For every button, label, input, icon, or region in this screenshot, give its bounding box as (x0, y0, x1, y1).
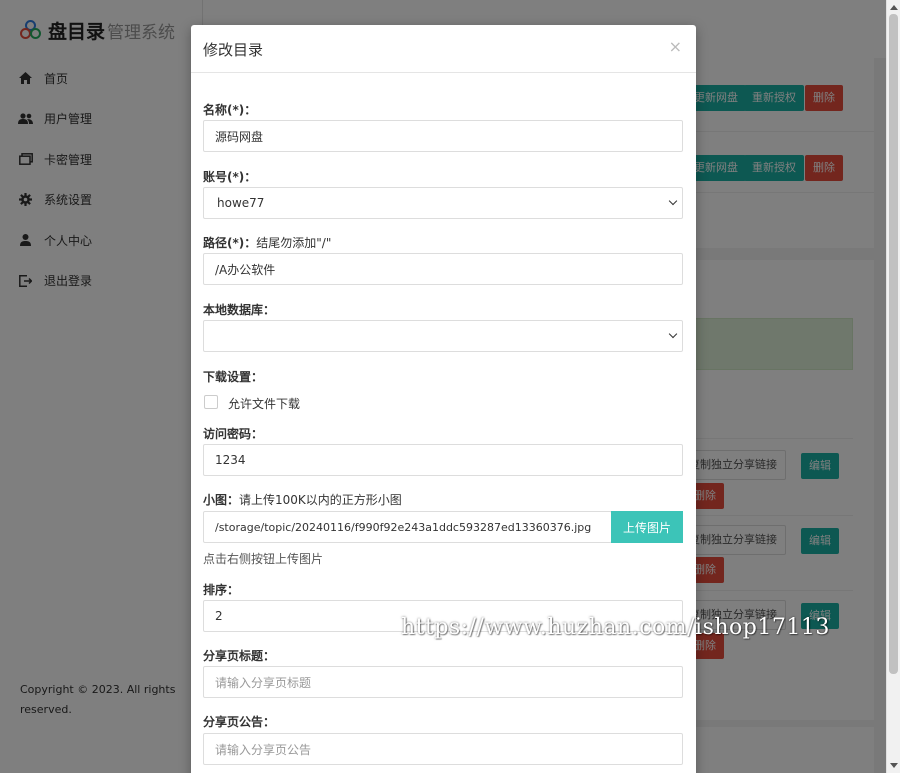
local-db-label: 本地数据库： (203, 303, 276, 317)
watermark-text: https://www.huzhan.com/ishop17113 (401, 615, 830, 640)
share-notice-input[interactable]: 请输入分享页公告 (203, 733, 683, 765)
upload-help-text: 点击右侧按钮上传图片 (203, 552, 324, 566)
scroll-up-icon[interactable] (890, 5, 898, 10)
upload-image-button[interactable]: 上传图片 (611, 511, 683, 543)
name-input[interactable]: 源码网盘 (203, 120, 683, 152)
account-select[interactable]: howe77 (203, 187, 683, 219)
path-input[interactable]: /A办公软件 (203, 253, 683, 285)
name-label: 名称(*)： (203, 103, 257, 117)
sort-label: 排序： (203, 583, 240, 597)
close-icon[interactable]: × (669, 37, 682, 56)
password-label: 访问密码： (203, 427, 264, 441)
chevron-down-icon (668, 329, 678, 339)
password-input[interactable]: 1234 (203, 444, 683, 476)
edit-directory-modal: 修改目录 × 名称(*)： 源码网盘 账号(*)： howe77 路径(*)：结… (191, 25, 696, 773)
allow-download-label[interactable]: 允许文件下载 (228, 395, 300, 412)
scrollbar-thumb[interactable] (889, 14, 898, 674)
path-hint: 结尾勿添加"/" (256, 236, 332, 250)
account-label: 账号(*)： (203, 170, 257, 184)
scroll-down-icon[interactable] (890, 763, 898, 768)
thumb-label-text: 小图： (203, 493, 240, 507)
share-title-label: 分享页标题： (203, 649, 276, 663)
path-label-text: 路径(*)： (203, 236, 257, 250)
local-db-select[interactable] (203, 320, 683, 352)
account-select-value: howe77 (217, 196, 265, 210)
modal-header: 修改目录 × (191, 25, 696, 73)
thumb-hint: 请上传100K以内的正方形小图 (239, 493, 402, 507)
page-scrollbar[interactable] (886, 0, 900, 773)
share-notice-label: 分享页公告： (203, 715, 276, 729)
modal-title: 修改目录 (203, 41, 264, 59)
download-settings-label: 下载设置： (203, 370, 264, 384)
thumb-path-input[interactable]: /storage/topic/20240116/f990f92e243a1ddc… (203, 511, 612, 543)
path-label: 路径(*)：结尾勿添加"/" (203, 234, 331, 251)
thumb-label: 小图：请上传100K以内的正方形小图 (203, 491, 402, 508)
chevron-down-icon (668, 196, 678, 206)
allow-download-checkbox[interactable] (204, 395, 218, 409)
share-title-input[interactable]: 请输入分享页标题 (203, 666, 683, 698)
